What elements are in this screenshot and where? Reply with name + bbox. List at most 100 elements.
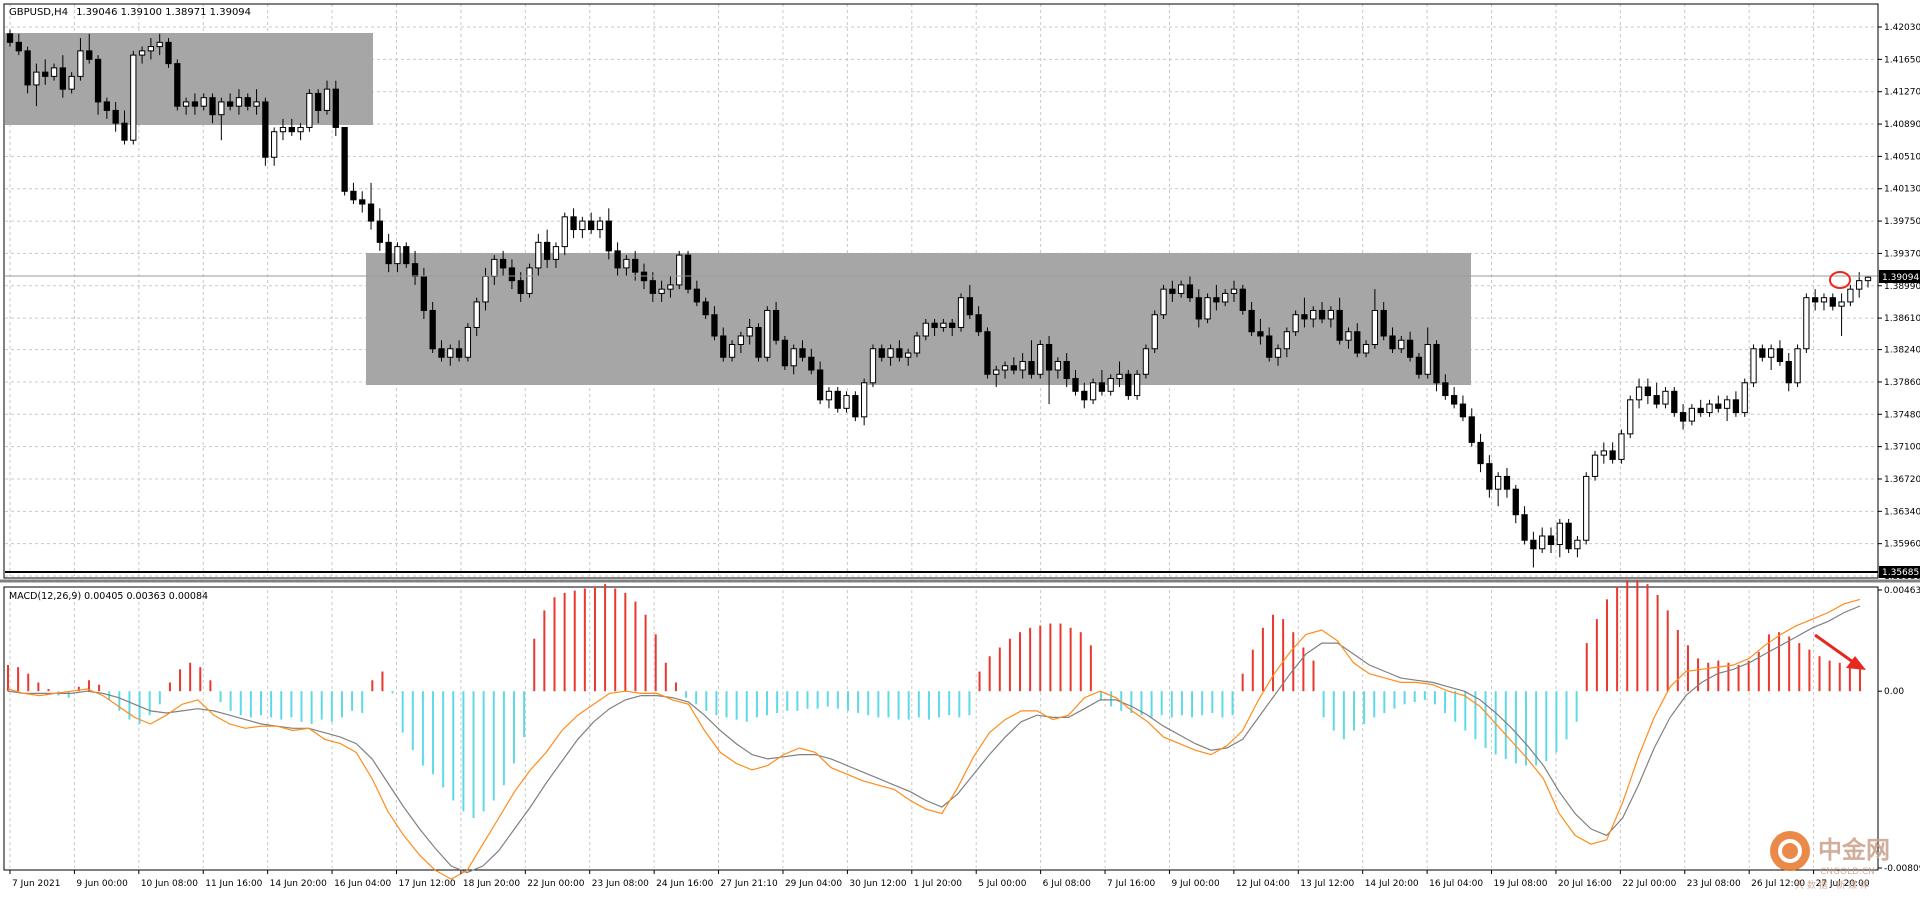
- candle-body: [1671, 390, 1678, 414]
- trading-chart[interactable]: GBPUSD,H4 1.39046 1.39100 1.38971 1.39094…: [0, 0, 1920, 900]
- candle-body: [1415, 356, 1423, 375]
- candle-body: [1045, 343, 1053, 371]
- candle-body: [1081, 390, 1088, 401]
- candle-body: [1450, 395, 1458, 405]
- candle-body: [1204, 297, 1211, 320]
- candle-body: [728, 343, 736, 358]
- time-label: 6 Jul 08:00: [1043, 879, 1092, 889]
- candle-body: [253, 101, 260, 107]
- time-label: 22 Jun 00:00: [527, 879, 584, 889]
- price-tick-label: 1.39370: [1884, 249, 1920, 259]
- candle-body: [1539, 535, 1546, 550]
- candle-body: [1389, 335, 1396, 350]
- candle-body: [341, 126, 348, 192]
- candle-body: [1785, 361, 1792, 384]
- candle: [755, 323, 762, 362]
- candle-body: [1037, 343, 1044, 375]
- candle-body: [711, 314, 718, 337]
- candle-body: [975, 314, 982, 333]
- candle-body: [684, 254, 692, 290]
- candle: [1591, 450, 1599, 481]
- price-tick-label: 1.42030: [1884, 23, 1920, 33]
- candle-body: [33, 71, 40, 86]
- candle-body: [376, 220, 383, 243]
- low-price-label: 1.35685: [1882, 568, 1919, 578]
- candle: [403, 242, 410, 268]
- candle: [1151, 310, 1158, 354]
- price-tick-label: 1.36720: [1884, 475, 1920, 485]
- candle-body: [1222, 292, 1229, 303]
- candle-body: [878, 348, 885, 358]
- candle-body: [1838, 301, 1845, 307]
- watermark-brand: 中金网: [1818, 836, 1890, 864]
- candle-body: [438, 348, 445, 358]
- time-label: 27 Jun 21:10: [721, 879, 778, 889]
- candle-body: [279, 126, 287, 133]
- price-tick-label: 1.37860: [1884, 378, 1920, 388]
- candle-body: [1715, 403, 1722, 409]
- candle: [464, 323, 472, 362]
- price-tick-label: 1.39750: [1884, 217, 1920, 227]
- candle-body: [1151, 314, 1158, 350]
- time-label: 5 Jul 00:00: [978, 879, 1027, 889]
- candle-body: [1477, 441, 1484, 465]
- candle-body: [1072, 378, 1079, 392]
- candle-body: [781, 339, 789, 367]
- candle-body: [1406, 339, 1414, 358]
- candle-body: [1195, 297, 1202, 320]
- watermark-url: CNGOLD.CN: [1820, 867, 1875, 877]
- candle: [526, 263, 533, 298]
- candle-body: [755, 326, 762, 358]
- price-tick-label: 1.37100: [1884, 443, 1920, 453]
- candle-body: [24, 50, 31, 86]
- candle: [341, 126, 348, 196]
- candle-body: [561, 216, 568, 248]
- candle-body: [1301, 314, 1308, 320]
- candle-body: [772, 309, 780, 341]
- candle-body: [737, 335, 745, 345]
- time-label: 18 Jun 20:00: [463, 879, 520, 889]
- time-label: 7 Jun 2021: [12, 879, 60, 889]
- candle-body: [1856, 280, 1863, 290]
- candle-body: [1442, 382, 1449, 397]
- candle-body: [1178, 284, 1185, 294]
- candle-body: [535, 241, 542, 269]
- candle-body: [455, 348, 463, 358]
- candle-body: [623, 258, 630, 269]
- candle-body: [1019, 361, 1026, 371]
- candle-body: [940, 322, 947, 328]
- candle: [764, 306, 771, 362]
- candle: [834, 387, 841, 413]
- price-tick-label: 1.41270: [1884, 88, 1920, 98]
- candle-body: [790, 348, 797, 367]
- candle-body: [165, 41, 172, 65]
- candle-body: [1116, 373, 1123, 380]
- candle-body: [350, 190, 357, 201]
- candle-body: [1098, 382, 1106, 392]
- candle-body: [1230, 288, 1238, 294]
- candle-body: [394, 246, 401, 265]
- candle-body: [385, 241, 392, 265]
- candle: [165, 38, 172, 68]
- price-tick-label: 1.40510: [1884, 152, 1920, 162]
- candle-body: [931, 322, 938, 328]
- candle-body: [1820, 297, 1828, 303]
- time-label: 13 Jul 12:00: [1300, 879, 1354, 889]
- candle-body: [332, 88, 339, 128]
- candle-body: [1354, 331, 1361, 354]
- candle-body: [403, 246, 410, 265]
- candle-body: [526, 267, 533, 294]
- candle-body: [182, 101, 190, 107]
- candle-body: [420, 275, 428, 311]
- candle-body: [1635, 386, 1643, 401]
- candle-body: [1530, 539, 1537, 550]
- candle-body: [1512, 488, 1519, 516]
- candle-body: [1732, 399, 1740, 414]
- candle-body: [1697, 407, 1704, 414]
- candle-body: [288, 126, 295, 133]
- candle-body: [1089, 382, 1097, 401]
- candle: [1239, 284, 1246, 315]
- candle-body: [816, 369, 824, 401]
- candle-body: [1609, 450, 1616, 460]
- candle-body: [94, 58, 102, 103]
